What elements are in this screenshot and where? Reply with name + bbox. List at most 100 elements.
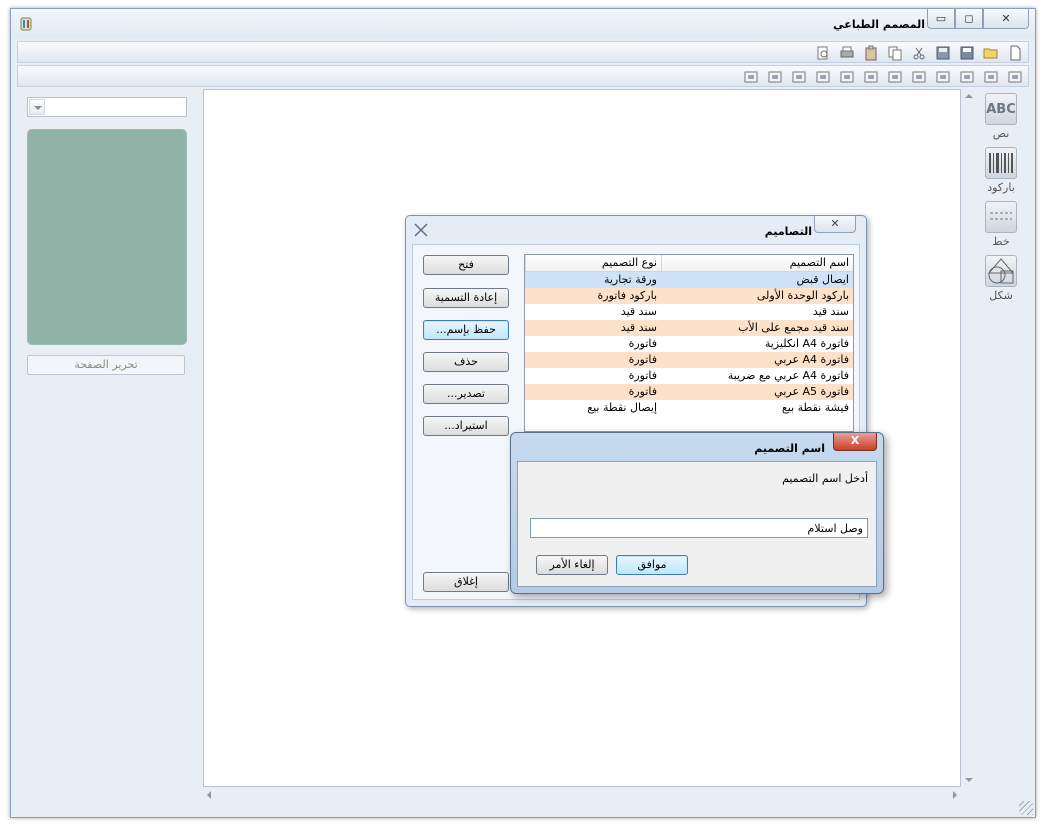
center-vertical-icon[interactable] (862, 68, 880, 85)
layout-toolbar (17, 65, 1029, 87)
export-button[interactable]: تصدير... (423, 384, 509, 404)
barcode-tool-icon[interactable] (985, 147, 1017, 179)
restore-button[interactable]: ◻ (955, 9, 983, 29)
row-name: فاتورة A4 عربي مع ضريبة (727, 369, 849, 382)
table-row[interactable]: فاتورة A4 عربي مع ضريبة فاتورة (525, 368, 853, 384)
row-type: فاتورة (628, 353, 657, 366)
same-height-icon[interactable] (814, 68, 832, 85)
main-toolbar (17, 41, 1029, 63)
dialog-close-button[interactable]: إغلاق (423, 572, 509, 592)
scroll-up-icon[interactable] (965, 94, 973, 98)
print-preview-icon[interactable] (814, 44, 832, 61)
import-button[interactable]: استيراد... (423, 416, 509, 436)
ok-button[interactable]: موافق (616, 555, 688, 575)
palette-line[interactable]: خط (979, 201, 1023, 253)
table-row[interactable]: ايصال قبض ورقة تجارية (525, 272, 853, 288)
designs-list[interactable]: اسم التصميم نوع التصميم ايصال قبض ورقة تج… (524, 254, 854, 432)
row-type: فاتورة (628, 385, 657, 398)
row-type: سند قيد (620, 305, 657, 318)
palette-text-label: نص (992, 127, 1010, 140)
save-as-icon[interactable] (934, 44, 952, 61)
page-edit-button[interactable]: تحرير الصفحة (27, 355, 185, 375)
design-name-dialog: اسم التصميم X أدخل اسم التصميم موافق إلغ… (510, 432, 884, 594)
chevron-down-icon[interactable] (29, 99, 45, 115)
row-type: فاتورة (628, 369, 657, 382)
print-icon[interactable] (838, 44, 856, 61)
align-top-icon[interactable] (910, 68, 928, 85)
row-name: باركود الوحدة الأولى (756, 289, 849, 302)
align-left-icon[interactable] (982, 68, 1000, 85)
table-row[interactable]: سند قيد مجمع على الأب سند قيد (525, 320, 853, 336)
cancel-button[interactable]: إلغاء الأمر (536, 555, 608, 575)
center-horizontal-icon[interactable] (886, 68, 904, 85)
design-name-dialog-close-button[interactable]: X (833, 433, 877, 451)
design-name-dialog-body: أدخل اسم التصميم موافق إلغاء الأمر (517, 461, 877, 587)
column-name-header[interactable]: اسم التصميم (661, 255, 853, 271)
palette-shape-label: شكل (989, 289, 1013, 302)
designs-dialog-title: التصاميم (764, 225, 812, 238)
same-width-icon[interactable] (838, 68, 856, 85)
dialog-icon (414, 223, 428, 237)
paste-icon[interactable] (862, 44, 880, 61)
save-icon[interactable] (958, 44, 976, 61)
resize-grip[interactable] (1019, 801, 1033, 815)
row-name: سند قيد (812, 305, 849, 318)
row-name: فاتورة A5 عربي (774, 385, 849, 398)
table-row[interactable]: فاتورة A5 عربي فاتورة (525, 384, 853, 400)
table-row[interactable]: فيشة نقطة بيع إيصال نقطة بيع (525, 400, 853, 416)
new-file-icon[interactable] (1006, 44, 1024, 61)
minimize-button[interactable]: ▭ (927, 9, 955, 29)
bring-front-icon[interactable] (766, 68, 784, 85)
table-row[interactable]: سند قيد سند قيد (525, 304, 853, 320)
palette-line-label: خط (992, 235, 1010, 248)
table-row[interactable]: فاتورة A4 عربي فاتورة (525, 352, 853, 368)
app-icon (20, 17, 32, 31)
horizontal-scrollbar[interactable] (203, 787, 961, 803)
align-bottom-icon[interactable] (934, 68, 952, 85)
row-name: ايصال قبض (796, 273, 849, 286)
open-folder-icon[interactable] (982, 44, 1000, 61)
copy-icon[interactable] (886, 44, 904, 61)
row-name: فاتورة A4 عربي (774, 353, 849, 366)
text-tool-icon[interactable]: ABC (985, 93, 1017, 125)
element-palette: ABC نص باركود خط شكل (979, 91, 1023, 307)
vertical-scrollbar[interactable] (961, 89, 977, 787)
table-row[interactable]: باركود الوحدة الأولى باركود فاتورة (525, 288, 853, 304)
close-button[interactable]: ✕ (983, 9, 1029, 29)
cut-icon[interactable] (910, 44, 928, 61)
designs-dialog-close-button[interactable]: ✕ (814, 216, 856, 233)
rename-button[interactable]: إعادة التسمية (423, 288, 509, 308)
send-back-icon[interactable] (742, 68, 760, 85)
align-center-icon[interactable] (958, 68, 976, 85)
list-header: اسم التصميم نوع التصميم (525, 255, 853, 272)
title-bar: المصمم الطباعي ▭ ◻ ✕ (11, 9, 1035, 39)
save-as-button[interactable]: حفظ بإسم... (423, 320, 509, 340)
left-panel: تحرير الصفحة (17, 91, 199, 811)
line-tool-icon[interactable] (985, 201, 1017, 233)
palette-barcode[interactable]: باركود (979, 147, 1023, 199)
design-name-dialog-title: اسم التصميم (754, 442, 825, 455)
palette-shape[interactable]: شكل (979, 255, 1023, 307)
palette-text[interactable]: ABC نص (979, 93, 1023, 145)
column-type-header[interactable]: نوع التصميم (525, 255, 661, 271)
shape-tool-icon[interactable] (985, 255, 1017, 287)
open-button[interactable]: فتح (423, 255, 509, 275)
row-type: ورقة تجارية (603, 273, 657, 286)
row-name: فاتورة A4 انكليزية (764, 337, 849, 350)
delete-button[interactable]: حذف (423, 352, 509, 372)
design-name-prompt: أدخل اسم التصميم (782, 472, 868, 485)
page-preview (27, 129, 187, 345)
scroll-left-icon[interactable] (207, 791, 211, 799)
align-right-icon[interactable] (1006, 68, 1024, 85)
row-type: إيصال نقطة بيع (587, 401, 657, 414)
scroll-down-icon[interactable] (965, 778, 973, 782)
page-combo[interactable] (27, 97, 187, 117)
row-type: سند قيد (620, 321, 657, 334)
window-title: المصمم الطباعي (833, 18, 925, 31)
row-name: فيشة نقطة بيع (781, 401, 849, 414)
same-size-icon[interactable] (790, 68, 808, 85)
palette-barcode-label: باركود (987, 181, 1015, 194)
scroll-right-icon[interactable] (953, 791, 957, 799)
design-name-input[interactable] (530, 518, 868, 538)
table-row[interactable]: فاتورة A4 انكليزية فاتورة (525, 336, 853, 352)
